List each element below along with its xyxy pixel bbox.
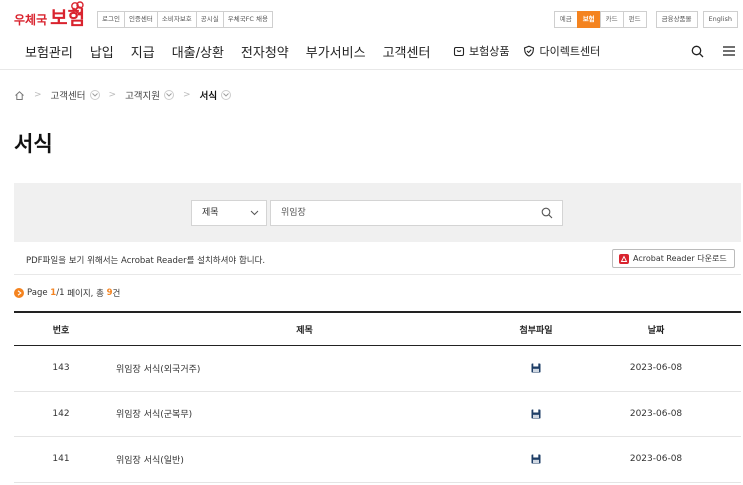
page-info-mid: 페이지, 총 bbox=[67, 289, 104, 299]
table-row: 143 위임장 서식(외국거주) 2023-06-08 bbox=[14, 346, 741, 392]
nav-extra-services[interactable]: 부가서비스 bbox=[306, 42, 366, 61]
search-input[interactable]: 위임장 bbox=[270, 200, 563, 226]
acrobat-download-label: Acrobat Reader 다운로드 bbox=[633, 254, 727, 263]
chevron-right-icon: > bbox=[108, 90, 117, 100]
chevron-down-icon bbox=[221, 90, 232, 100]
util-link-cert[interactable]: 인증센터 bbox=[123, 11, 158, 28]
arrow-right-circle-icon bbox=[14, 288, 24, 298]
nav-customer-center[interactable]: 고객센터 bbox=[383, 42, 431, 61]
file-download[interactable] bbox=[501, 454, 571, 464]
table-row: 141 위임장 서식(일반) 2023-06-08 bbox=[14, 437, 741, 483]
basket-icon bbox=[453, 46, 465, 57]
search-field-select[interactable]: 제목 bbox=[191, 200, 267, 226]
nav-insurance-products-label: 보험상품 bbox=[469, 45, 510, 58]
page-info-prefix: Page bbox=[27, 288, 48, 298]
breadcrumb-level2-label: 고객지원 bbox=[125, 91, 161, 102]
search-input-value: 위임장 bbox=[281, 208, 306, 218]
service-tab-deposit[interactable]: 예금 bbox=[553, 11, 578, 28]
row-num: 141 bbox=[52, 454, 70, 465]
main-nav: 보험관리 납입 지급 대출/상환 전자청약 부가서비스 고객센터 보험상품 다이… bbox=[0, 36, 743, 70]
page-total: 1 bbox=[59, 288, 65, 298]
util-link-disclosure[interactable]: 공시실 bbox=[195, 11, 224, 28]
page-info: Page 1/1 페이지, 총 9건 bbox=[14, 287, 120, 299]
search-icon[interactable] bbox=[689, 43, 705, 59]
util-link-consumer[interactable]: 소비자보호 bbox=[156, 11, 197, 28]
acrobat-download-button[interactable]: Acrobat Reader 다운로드 bbox=[612, 249, 735, 268]
breadcrumb-level2[interactable]: 고객지원 bbox=[125, 88, 175, 102]
search-field-value: 제목 bbox=[202, 208, 219, 218]
util-link-login[interactable]: 로그인 bbox=[97, 11, 125, 28]
service-tab-card[interactable]: 카드 bbox=[599, 11, 624, 28]
search-icon[interactable] bbox=[541, 207, 553, 219]
chevron-down-icon bbox=[164, 90, 175, 100]
header-date: 날짜 bbox=[647, 325, 665, 336]
breadcrumb-current[interactable]: 서식 bbox=[199, 88, 232, 102]
floppy-disk-icon bbox=[531, 363, 541, 373]
breadcrumb-current-label: 서식 bbox=[199, 91, 218, 102]
home-icon[interactable] bbox=[14, 90, 25, 101]
english-link[interactable]: English bbox=[702, 11, 738, 28]
pdf-notice: PDF파일을 보기 위해서는 Acrobat Reader를 설치하셔야 합니다… bbox=[26, 256, 266, 266]
nav-direct-center-label: 다이렉트센터 bbox=[539, 45, 601, 58]
chevron-right-icon: > bbox=[34, 90, 42, 100]
search-panel: 제목 위임장 bbox=[14, 183, 741, 242]
header-file: 첨부파일 bbox=[519, 325, 553, 336]
breadcrumb-level1[interactable]: 고객센터 bbox=[51, 88, 100, 102]
table-row: 142 위임장 서식(군복무) 2023-06-08 bbox=[14, 392, 741, 437]
shield-check-icon bbox=[524, 45, 535, 57]
nav-insurance-products[interactable]: 보험상품 bbox=[453, 43, 509, 59]
row-title-link[interactable]: 위임장 서식(일반) bbox=[108, 453, 501, 466]
service-tabs: 예금 보험 카드 펀드 bbox=[553, 11, 647, 28]
main-menu: 보험관리 납입 지급 대출/상환 전자청약 부가서비스 고객센터 bbox=[25, 42, 447, 61]
service-tab-fund[interactable]: 펀드 bbox=[622, 11, 647, 28]
finance-mall-link[interactable]: 금융상품몰 bbox=[655, 11, 698, 28]
floppy-disk-icon bbox=[531, 454, 541, 464]
util-link-recruit[interactable]: 우체국FC 채용 bbox=[222, 11, 273, 28]
nav-loan[interactable]: 대출/상환 bbox=[172, 42, 224, 61]
brand-logo-small: 우체국 bbox=[14, 13, 48, 27]
row-title-link[interactable]: 위임장 서식(외국거주) bbox=[108, 362, 501, 375]
row-date: 2023-06-08 bbox=[629, 363, 683, 374]
divider bbox=[14, 274, 741, 275]
file-download[interactable] bbox=[501, 409, 571, 419]
table-header: 번호 제목 첨부파일 날짜 bbox=[14, 313, 741, 346]
header-num: 번호 bbox=[52, 325, 70, 336]
main-menu-extra: 보험상품 다이렉트센터 bbox=[453, 43, 614, 59]
breadcrumb: > 고객센터 > 고객지원 > 서식 bbox=[14, 88, 232, 102]
nav-claim[interactable]: 지급 bbox=[131, 42, 155, 61]
nav-insurance-manage[interactable]: 보험관리 bbox=[25, 42, 73, 61]
utility-right: 예금 보험 카드 펀드 금융상품몰 English bbox=[553, 11, 738, 28]
header-title: 제목 bbox=[296, 325, 313, 336]
nav-payment[interactable]: 납입 bbox=[90, 42, 114, 61]
chevron-down-icon bbox=[89, 90, 100, 100]
page-info-suffix: 건 bbox=[112, 289, 121, 299]
row-num: 142 bbox=[52, 408, 70, 419]
nav-e-subscription[interactable]: 전자청약 bbox=[241, 42, 289, 61]
pdf-icon bbox=[619, 253, 629, 264]
nav-direct-center[interactable]: 다이렉트센터 bbox=[523, 43, 600, 59]
file-download[interactable] bbox=[501, 363, 571, 373]
floppy-disk-icon bbox=[531, 409, 541, 419]
row-num: 143 bbox=[52, 363, 70, 374]
row-title-link[interactable]: 위임장 서식(군복무) bbox=[108, 407, 501, 420]
page-title: 서식 bbox=[14, 132, 53, 156]
chevron-down-icon bbox=[250, 210, 259, 216]
utility-links: 로그인 인증센터 소비자보호 공시실 우체국FC 채용 bbox=[97, 11, 273, 28]
service-tab-insurance[interactable]: 보험 bbox=[576, 11, 601, 28]
chevron-right-icon: > bbox=[183, 90, 191, 100]
utility-bar: 우체국 보험 로그인 인증센터 소비자보호 공시실 우체국FC 채용 예금 보험… bbox=[0, 0, 743, 36]
nav-tools bbox=[673, 43, 737, 59]
breadcrumb-level1-label: 고객센터 bbox=[50, 91, 86, 102]
row-date: 2023-06-08 bbox=[629, 408, 683, 419]
forms-table: 번호 제목 첨부파일 날짜 143 위임장 서식(외국거주) 2023-06-0… bbox=[14, 311, 741, 483]
row-date: 2023-06-08 bbox=[629, 454, 683, 465]
menu-icon[interactable] bbox=[721, 43, 737, 59]
flower-logo-icon bbox=[71, 1, 84, 14]
brand-logo[interactable]: 우체국 보험 bbox=[14, 1, 85, 28]
